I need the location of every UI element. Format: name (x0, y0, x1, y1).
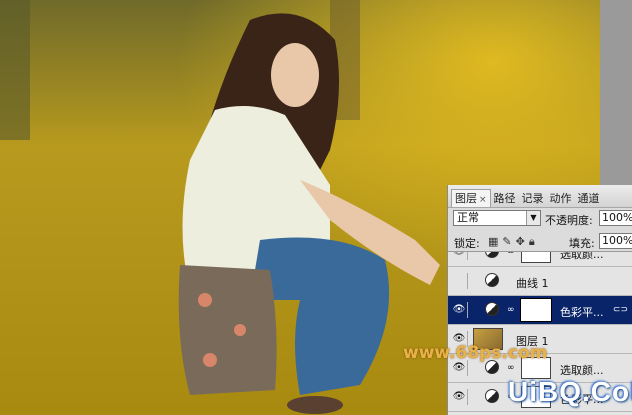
adjustment-layer-icon (485, 302, 499, 316)
layer-row[interactable]: 曲线 1 (448, 267, 632, 296)
layer-name: 色彩平... (560, 306, 604, 319)
eye-icon[interactable]: 👁︎ (451, 389, 468, 405)
layer-name: 曲线 1 (516, 277, 549, 290)
layer-mask-thumbnail[interactable] (520, 298, 552, 322)
tab-paths[interactable]: 路径 (491, 190, 519, 207)
chevron-down-icon: ▼ (526, 211, 540, 225)
layer-name: 选取颜... (560, 251, 604, 261)
tab-layers[interactable]: 图层 × (451, 189, 491, 207)
panel-tabs: 图层 × 路径 记录 动作 通道 (448, 185, 632, 208)
fill-input[interactable]: 100% (599, 233, 632, 249)
adjustment-layer-icon (485, 252, 499, 258)
opacity-input[interactable]: 100% (599, 210, 632, 226)
tab-history[interactable]: 记录 (519, 190, 547, 207)
fill-label: 填充: (569, 237, 595, 250)
layer-mask-thumbnail[interactable] (521, 252, 551, 263)
adjustment-layer-icon (485, 389, 499, 403)
layer-row[interactable]: 👁︎ ∞ 选取颜... (448, 251, 632, 267)
eye-icon[interactable]: 👁︎ (451, 302, 468, 318)
lock-transparent-icon[interactable]: ▦ (488, 235, 498, 249)
lock-brush-icon[interactable]: ✎ (502, 235, 511, 249)
blend-mode-select[interactable]: 正常 ▼ (453, 210, 541, 226)
link-icon: ∞ (507, 363, 515, 373)
opacity-label: 不透明度: (545, 214, 593, 227)
lock-all-icon[interactable]: 🔒︎ (529, 235, 535, 249)
tab-channels[interactable]: 通道 (575, 190, 603, 207)
close-icon[interactable]: × (479, 195, 487, 205)
lock-move-icon[interactable]: ✥ (516, 235, 525, 249)
lock-label: 锁定: (454, 237, 480, 250)
blend-mode-value: 正常 (457, 211, 479, 224)
watermark-uibq: UiBQ.CoM (508, 376, 632, 407)
layer-row-selected[interactable]: 👁︎ ∞ 色彩平... ⊂⊃ (448, 296, 632, 325)
adjustment-layer-icon (485, 273, 499, 287)
eye-icon-hidden[interactable] (451, 273, 468, 289)
link-icon: ∞ (507, 251, 515, 257)
tab-actions[interactable]: 动作 (547, 190, 575, 207)
link-icon: ∞ (507, 305, 515, 315)
eye-icon[interactable]: 👁︎ (451, 252, 468, 260)
watermark-68ps: www.68ps.com (403, 343, 548, 363)
link-icon: ⊂⊃ (612, 305, 628, 315)
canvas-gutter (600, 0, 632, 185)
